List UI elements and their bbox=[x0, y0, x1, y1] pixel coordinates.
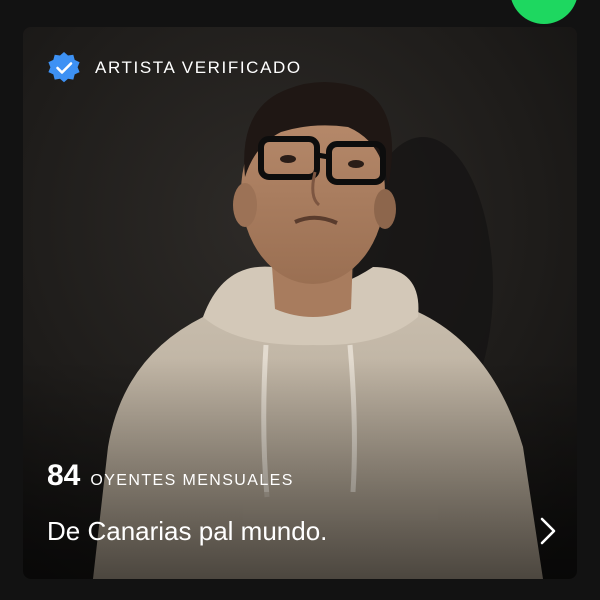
artist-photo bbox=[23, 27, 577, 579]
verified-badge-icon bbox=[48, 52, 80, 83]
artist-about-card[interactable]: ARTISTA VERIFICADO 84 OYENTES MENSUALES … bbox=[23, 27, 577, 579]
chevron-right-icon[interactable] bbox=[537, 516, 559, 546]
verified-artist-row: ARTISTA VERIFICADO bbox=[47, 51, 302, 85]
monthly-listeners: 84 OYENTES MENSUALES bbox=[47, 459, 294, 493]
artist-about-screen: ARTISTA VERIFICADO 84 OYENTES MENSUALES … bbox=[0, 0, 600, 600]
verified-artist-label: ARTISTA VERIFICADO bbox=[95, 58, 302, 77]
monthly-listeners-label: OYENTES MENSUALES bbox=[90, 472, 294, 489]
artist-bio-text: De Canarias pal mundo. bbox=[47, 515, 328, 546]
artist-bio-row[interactable]: De Canarias pal mundo. bbox=[47, 513, 559, 549]
monthly-listeners-count: 84 bbox=[47, 459, 81, 492]
play-button[interactable] bbox=[510, 0, 578, 24]
